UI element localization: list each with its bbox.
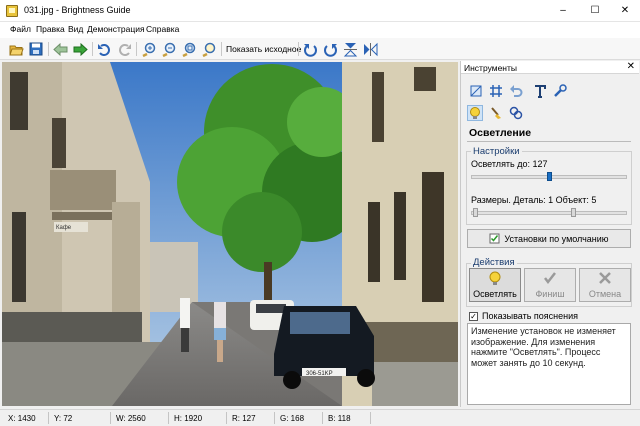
panel-close-button[interactable]: ✕ <box>627 61 635 72</box>
cancel-button-label: Отмена <box>588 289 622 299</box>
clone-icon[interactable] <box>508 105 524 121</box>
open-icon[interactable] <box>8 41 24 57</box>
rotate-left-icon[interactable] <box>302 41 318 57</box>
section-title: Осветление <box>469 127 532 139</box>
forward-arrow-icon[interactable] <box>72 41 88 57</box>
show-original-button[interactable]: Показать исходное <box>226 44 301 54</box>
finish-button-label: Финиш <box>535 289 565 299</box>
zoom-fit-icon[interactable] <box>180 41 196 57</box>
lighten-button[interactable]: Осветлять <box>469 268 521 302</box>
checkbox-box[interactable]: ✓ <box>469 311 478 321</box>
rotate-right-icon[interactable] <box>322 41 338 57</box>
lightbulb-icon[interactable] <box>467 105 483 121</box>
panel-header: Инструменты ✕ <box>461 61 639 74</box>
status-h: H: 1920 <box>174 414 203 423</box>
brush-icon[interactable] <box>488 105 504 121</box>
app-icon <box>6 5 18 17</box>
cross-icon <box>599 272 611 284</box>
redo-icon[interactable] <box>116 41 132 57</box>
grid-icon[interactable] <box>488 83 504 99</box>
crop-icon[interactable] <box>468 83 484 99</box>
undo-icon[interactable] <box>96 41 112 57</box>
flip-horizontal-icon[interactable] <box>362 41 378 57</box>
lightbulb-icon <box>489 271 501 285</box>
status-g: G: 168 <box>280 414 305 423</box>
panel-title: Инструменты <box>464 63 518 73</box>
menu-help[interactable]: Справка <box>146 24 179 34</box>
menu-edit[interactable]: Правка <box>36 24 65 34</box>
undo-tool-icon[interactable] <box>508 83 524 99</box>
back-arrow-icon[interactable] <box>52 41 68 57</box>
menu-view[interactable]: Вид <box>68 24 83 34</box>
sizes-label: Размеры. Деталь: 1 Объект: 5 <box>471 195 597 205</box>
text-tool-icon[interactable] <box>532 83 548 99</box>
shop-sign: Кафе <box>56 225 72 231</box>
photo-canvas[interactable]: 306-51KP Кафе <box>2 62 458 406</box>
wrench-icon[interactable] <box>552 83 568 99</box>
cancel-button[interactable]: Отмена <box>579 268 631 302</box>
sizes-slider[interactable] <box>471 211 627 215</box>
toolbar: Показать исходное <box>0 38 640 60</box>
window-title: 031.jpg - Brightness Guide <box>24 5 131 15</box>
show-hints-checkbox[interactable]: ✓ Показывать пояснения <box>469 311 578 321</box>
flip-vertical-icon[interactable] <box>342 41 358 57</box>
hint-text: Изменение установок не изменяет изображе… <box>467 323 631 405</box>
status-y: Y: 72 <box>54 414 73 423</box>
tools-panel: Инструменты ✕ Осветление Настройки Освет… <box>460 61 640 407</box>
show-hints-label: Показывать пояснения <box>482 311 579 321</box>
save-icon[interactable] <box>28 41 44 57</box>
status-w: W: 2560 <box>116 414 146 423</box>
menu-bar: Файл Правка Вид Демонстрация Справка <box>0 22 640 38</box>
zoom-actual-icon[interactable] <box>200 41 216 57</box>
default-settings-label: Установки по умолчанию <box>504 233 609 244</box>
maximize-button[interactable]: ☐ <box>580 0 610 22</box>
menu-demo[interactable]: Демонстрация <box>87 24 145 34</box>
detail-slider-thumb[interactable] <box>473 208 478 217</box>
finish-button[interactable]: Финиш <box>524 268 576 302</box>
default-settings-button[interactable]: Установки по умолчанию <box>467 229 631 248</box>
minimize-button[interactable]: – <box>548 0 578 22</box>
zoom-out-icon[interactable] <box>160 41 176 57</box>
settings-group-label: Настройки <box>471 146 522 157</box>
zoom-in-icon[interactable] <box>140 41 156 57</box>
car-plate: 306-51KP <box>306 371 333 377</box>
close-button[interactable]: ✕ <box>610 0 640 22</box>
lighten-button-label: Осветлять <box>473 289 517 299</box>
object-slider-thumb[interactable] <box>571 208 576 217</box>
status-bar: X: 1430 Y: 72 W: 2560 H: 1920 R: 127 G: … <box>0 409 640 426</box>
checklist-icon <box>489 233 500 244</box>
checkmark-icon <box>544 272 556 285</box>
menu-file[interactable]: Файл <box>10 24 31 34</box>
status-x: X: 1430 <box>8 414 36 423</box>
lighten-label: Осветлять до: 127 <box>471 159 548 169</box>
lighten-slider-thumb[interactable] <box>546 172 552 181</box>
status-r: R: 127 <box>232 414 256 423</box>
status-b: B: 118 <box>328 414 351 423</box>
actions-group-label: Действия <box>471 257 517 268</box>
title-bar: 031.jpg - Brightness Guide – ☐ ✕ <box>0 0 640 22</box>
